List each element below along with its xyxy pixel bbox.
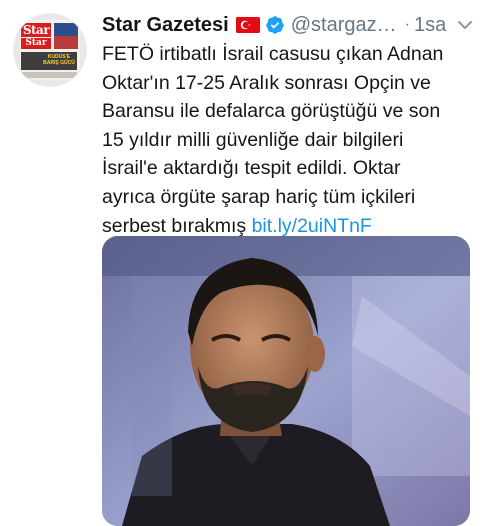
author-handle[interactable]: @stargaz… [291, 14, 397, 37]
tweet-text-line: Baransu ile defalarca görüştüğü ve son [102, 100, 441, 123]
header-separator: · [404, 16, 410, 33]
tweet-text-line: Oktar'ın 17-25 Aralık sonrası Opçin ve [102, 71, 431, 94]
tweet-text: FETÖ irtibatlı İsrail casusu çıkan Adnan… [102, 40, 474, 240]
tweet-text-line: ayrıca örgüte şarap hariç tüm içkileri [102, 185, 416, 208]
tweet-text-line: serbest bırakmış [102, 214, 247, 237]
avatar-masthead-sub: Star [21, 38, 51, 49]
tweet-text-line: FETÖ irtibatlı İsrail casusu çıkan Adnan [102, 43, 444, 65]
video-thumbnail[interactable] [102, 236, 470, 526]
video-thumbnail-image [102, 236, 470, 526]
avatar-headline-caption: KUDÜS'E BARIŞ GÜCÜ [43, 54, 75, 66]
chevron-down-icon[interactable] [456, 16, 474, 34]
avatar-masthead: Star [21, 23, 51, 37]
avatar-side-photo-2 [54, 36, 78, 49]
tweet-text-line: 15 yıldır milli güvenliğe dair bilgileri [102, 128, 404, 151]
author-display-name[interactable]: Star Gazetesi [102, 14, 229, 37]
tweet-text-line: İsrail'e aktardığı tespit edildi. Oktar [102, 157, 401, 180]
verified-badge-icon [265, 15, 285, 35]
tweet-header: Star Gazetesi @stargaz… · 1sa [102, 10, 474, 40]
tweet-timestamp[interactable]: 1sa [414, 14, 446, 37]
author-avatar[interactable]: Star Star KUDÜS'E BARIŞ GÜCÜ [14, 14, 86, 86]
tweet-link[interactable]: bit.ly/2uiNTnF [252, 215, 372, 237]
tweet-card[interactable]: Star Star KUDÜS'E BARIŞ GÜCÜ Star Gazete… [0, 0, 486, 526]
turkey-flag-icon [235, 17, 260, 33]
avatar-footer-strip [21, 72, 77, 78]
